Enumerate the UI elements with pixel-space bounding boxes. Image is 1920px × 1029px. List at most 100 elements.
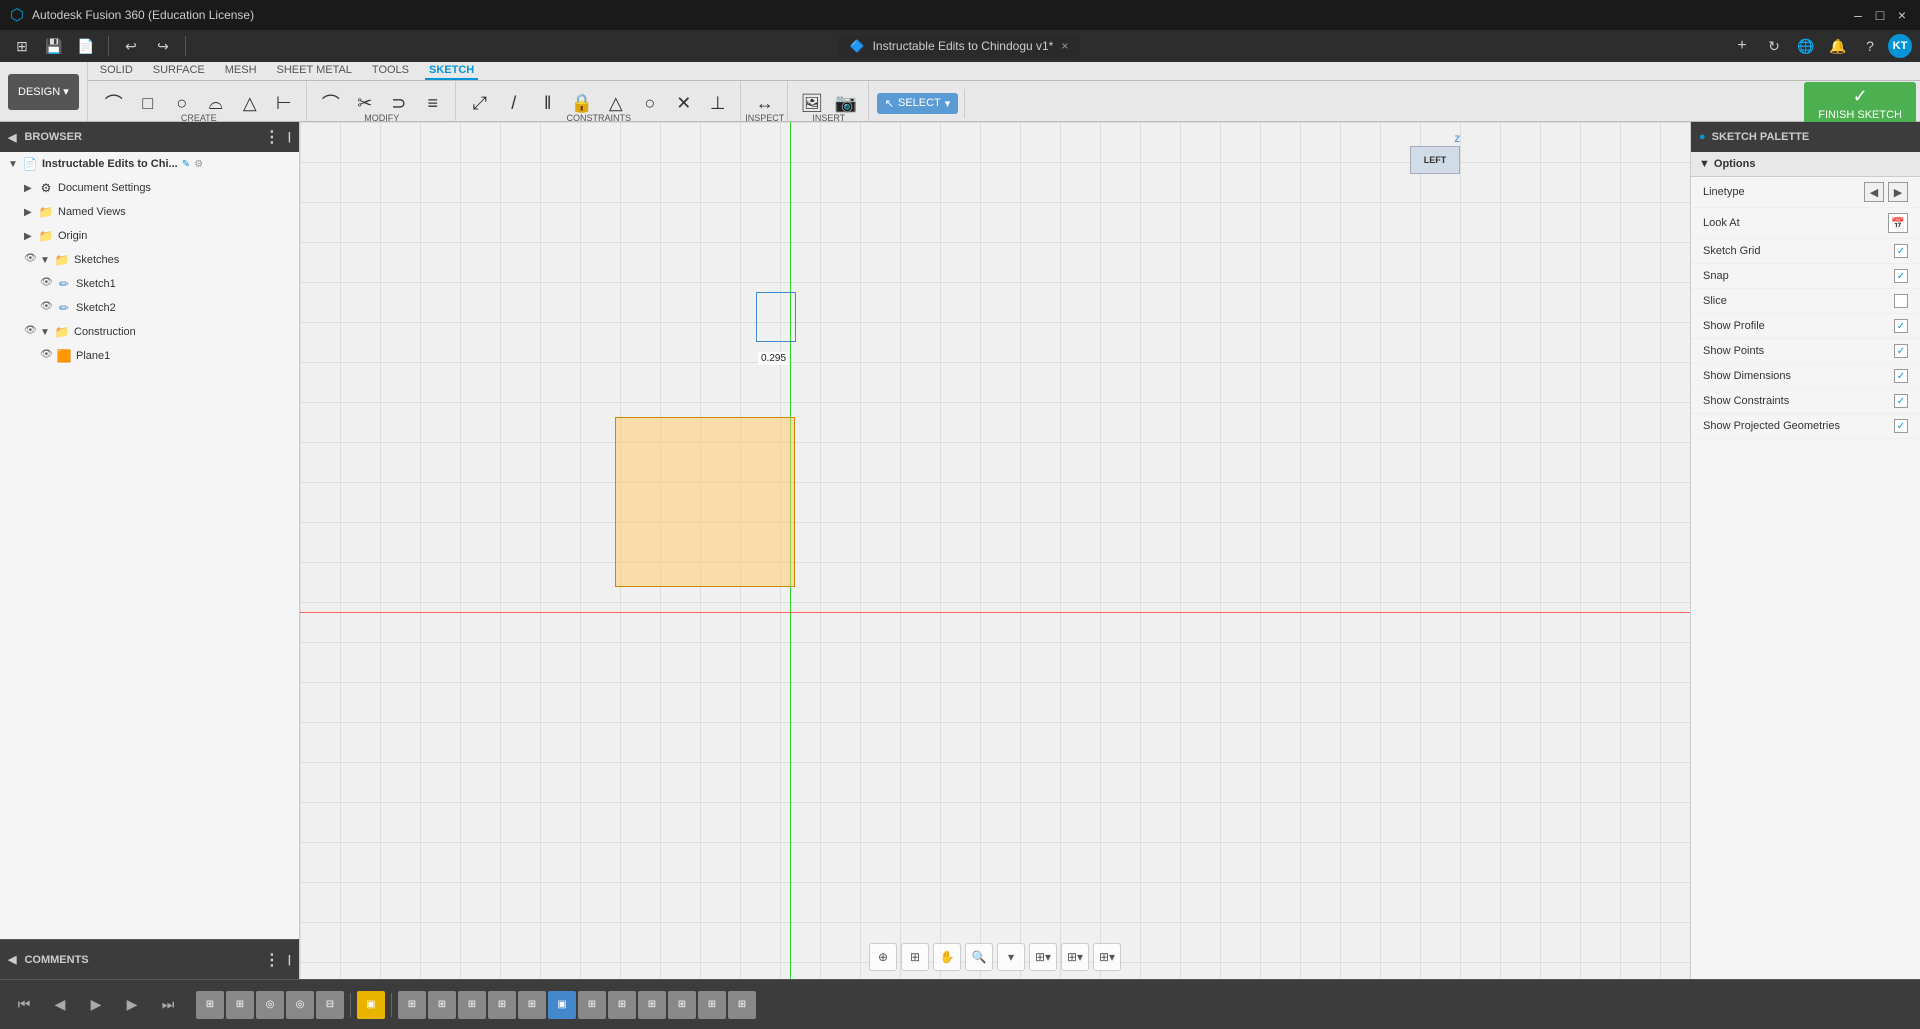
web-button[interactable]: 🌐 [1792, 32, 1820, 60]
comments-expand-icon[interactable]: | [288, 954, 291, 966]
cross-btn[interactable]: ✕ [668, 85, 700, 121]
plane1-eye-icon[interactable]: 👁 [40, 349, 54, 363]
snap-checkbox[interactable] [1894, 269, 1908, 283]
linetype-next-btn[interactable]: ▶ [1888, 182, 1908, 202]
tree-item-plane1[interactable]: 👁 🟧 Plane1 [0, 344, 299, 368]
construction-eye-icon[interactable]: 👁 [24, 325, 38, 339]
file-button[interactable]: 📄 [72, 32, 100, 60]
save-button[interactable]: 💾 [40, 32, 68, 60]
tree-item-docsettings[interactable]: ▶ ⚙ Document Settings [0, 176, 299, 200]
sketchgrid-checkbox[interactable] [1894, 244, 1908, 258]
timeline-item-15[interactable]: ⊞ [638, 991, 666, 1019]
tab-sketch[interactable]: SKETCH [425, 62, 478, 80]
fillet-btn[interactable]: ⌒ [315, 85, 347, 121]
help-button[interactable]: ? [1856, 32, 1884, 60]
extend-tool-btn[interactable]: ⊢ [268, 85, 300, 121]
tab-tools[interactable]: TOOLS [368, 62, 413, 80]
maximize-button[interactable]: □ [1872, 7, 1888, 23]
undo-button[interactable]: ↩ [117, 32, 145, 60]
tab-sheetmetal[interactable]: SHEET METAL [273, 62, 356, 80]
showconstraints-checkbox[interactable] [1894, 394, 1908, 408]
minimize-button[interactable]: – [1850, 7, 1866, 23]
timeline-item-17[interactable]: ⊞ [698, 991, 726, 1019]
tree-item-root[interactable]: ▼ 📄 Instructable Edits to Chi... ✎ ⚙ [0, 152, 299, 176]
view-options-btn[interactable]: ⊞▾ [1029, 943, 1057, 971]
timeline-item-8[interactable]: ⊞ [428, 991, 456, 1019]
tab-close-icon[interactable]: × [1061, 39, 1068, 53]
timeline-item-7[interactable]: ⊞ [398, 991, 426, 1019]
timeline-item-4[interactable]: ◎ [286, 991, 314, 1019]
rect-tool-btn[interactable]: □ [132, 85, 164, 121]
tab-solid[interactable]: SOLID [96, 62, 137, 80]
collapse-comments-icon[interactable]: ◀ [8, 953, 16, 966]
nav-cube-face[interactable]: LEFT [1410, 146, 1460, 174]
user-avatar[interactable]: KT [1888, 34, 1912, 58]
showdimensions-checkbox[interactable] [1894, 369, 1908, 383]
timeline-item-10[interactable]: ⊞ [488, 991, 516, 1019]
showpoints-checkbox[interactable] [1894, 344, 1908, 358]
tree-item-origin[interactable]: ▶ 📁 Origin [0, 224, 299, 248]
root-edit-icon[interactable]: ✎ [182, 159, 190, 170]
grid-options-btn[interactable]: ⊞▾ [1061, 943, 1089, 971]
tree-item-namedviews[interactable]: ▶ 📁 Named Views [0, 200, 299, 224]
select-mode-btn[interactable]: ↖ SELECT ▾ [877, 93, 959, 114]
timeline-end-btn[interactable]: ⏭ [152, 989, 184, 1021]
triangle-tool-btn[interactable]: △ [234, 85, 266, 121]
showprofile-checkbox[interactable] [1894, 319, 1908, 333]
timeline-play-btn[interactable]: ▶ [80, 989, 112, 1021]
tree-item-sketches[interactable]: 👁 ▼ 📁 Sketches [0, 248, 299, 272]
tab-surface[interactable]: SURFACE [149, 62, 209, 80]
lookat-button[interactable]: 📅 [1888, 213, 1908, 233]
dimension-btn[interactable]: ⤢ [464, 85, 496, 121]
comments-options-icon[interactable]: ⋮ [264, 950, 280, 970]
sketch2-eye-icon[interactable]: 👁 [40, 301, 54, 315]
timeline-item-5[interactable]: ⊟ [316, 991, 344, 1019]
timeline-item-6[interactable]: ▣ [357, 991, 385, 1019]
finish-sketch-button[interactable]: ✓ FINISH SKETCH [1804, 82, 1916, 125]
pan-btn[interactable]: ✋ [933, 943, 961, 971]
line-tool-btn[interactable]: ⌒ [98, 85, 130, 121]
refresh-button[interactable]: ↻ [1760, 32, 1788, 60]
circle-constraint-btn[interactable]: ○ [634, 85, 666, 121]
viewport[interactable]: 0.295 Z LEFT ⊕ ⊞ ✋ 🔍 ▾ ⊞▾ ⊞▾ ⊞▾ [300, 122, 1690, 979]
timeline-item-18[interactable]: ⊞ [728, 991, 756, 1019]
close-button[interactable]: × [1894, 7, 1910, 23]
timeline-item-1[interactable]: ⊞ [196, 991, 224, 1019]
mirror-btn[interactable]: ≡ [417, 85, 449, 121]
timeline-item-9[interactable]: ⊞ [458, 991, 486, 1019]
grid-menu-button[interactable]: ⊞ [8, 32, 36, 60]
timeline-item-12[interactable]: ▣ [548, 991, 576, 1019]
notification-button[interactable]: 🔔 [1824, 32, 1852, 60]
redo-button[interactable]: ↪ [149, 32, 177, 60]
timeline-item-16[interactable]: ⊞ [668, 991, 696, 1019]
timeline-prev-btn[interactable]: ◀ [44, 989, 76, 1021]
palette-options-header[interactable]: ▼ Options [1691, 152, 1920, 177]
sketch1-eye-icon[interactable]: 👁 [40, 277, 54, 291]
browser-expand-icon[interactable]: | [288, 131, 291, 143]
collapse-browser-icon[interactable]: ◀ [8, 131, 16, 144]
root-settings-icon[interactable]: ⚙ [194, 159, 203, 170]
slice-checkbox[interactable] [1894, 294, 1908, 308]
linetype-prev-btn[interactable]: ◀ [1864, 182, 1884, 202]
tree-item-sketch1[interactable]: 👁 ✏ Sketch1 [0, 272, 299, 296]
showprojected-checkbox[interactable] [1894, 419, 1908, 433]
snap-grid-btn[interactable]: ⊕ [869, 943, 897, 971]
coincident-btn[interactable]: / [498, 85, 530, 121]
nav-cube[interactable]: Z LEFT [1410, 134, 1470, 194]
zoom-btn[interactable]: 🔍 [965, 943, 993, 971]
new-tab-button[interactable]: + [1728, 32, 1756, 60]
collinear-btn[interactable]: ‖ [532, 85, 564, 121]
timeline-next-btn[interactable]: ▶ [116, 989, 148, 1021]
tab-mesh[interactable]: MESH [221, 62, 261, 80]
browser-options-icon[interactable]: ⋮ [264, 127, 280, 147]
timeline-start-btn[interactable]: ⏮ [8, 989, 40, 1021]
timeline-item-2[interactable]: ⊞ [226, 991, 254, 1019]
sketches-eye-icon[interactable]: 👁 [24, 253, 38, 267]
tree-item-construction[interactable]: 👁 ▼ 📁 Construction [0, 320, 299, 344]
display-mode-btn[interactable]: ⊞ [901, 943, 929, 971]
display-settings-btn[interactable]: ⊞▾ [1093, 943, 1121, 971]
design-mode-button[interactable]: DESIGN ▾ [8, 74, 79, 110]
tree-item-sketch2[interactable]: 👁 ✏ Sketch2 [0, 296, 299, 320]
zoom-dropdown-btn[interactable]: ▾ [997, 943, 1025, 971]
timeline-item-3[interactable]: ◎ [256, 991, 284, 1019]
